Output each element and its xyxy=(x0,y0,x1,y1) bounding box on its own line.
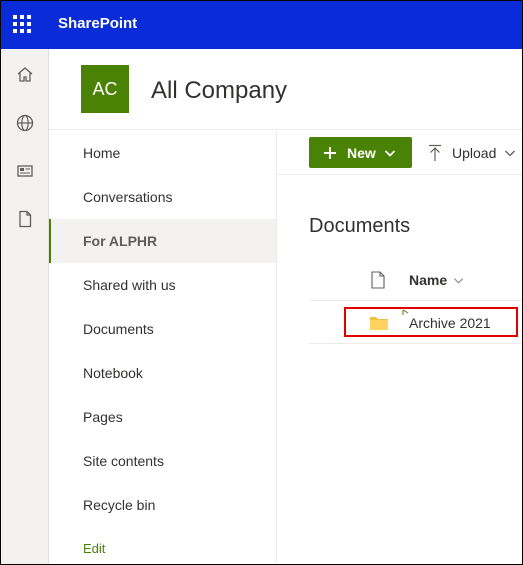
loading-cursor-icon xyxy=(402,309,409,315)
upload-button[interactable]: Upload xyxy=(427,137,516,168)
folder-name-link[interactable]: Archive 2021 xyxy=(409,315,491,331)
upload-button-label: Upload xyxy=(452,144,497,161)
file-type-icon[interactable] xyxy=(371,271,385,289)
app-launcher-icon[interactable] xyxy=(13,15,33,35)
name-column-header[interactable]: Name xyxy=(409,272,464,288)
left-navigation: Home Conversations For ALPHR Shared with… xyxy=(49,131,277,564)
nav-item-pages[interactable]: Pages xyxy=(49,395,276,439)
nav-edit-link[interactable]: Edit xyxy=(49,527,276,564)
nav-item-recycle-bin[interactable]: Recycle bin xyxy=(49,483,276,527)
home-icon[interactable] xyxy=(15,65,35,85)
nav-item-shared-with-us[interactable]: Shared with us xyxy=(49,263,276,307)
suite-bar: SharePoint xyxy=(1,1,522,49)
chevron-down-icon xyxy=(384,149,395,157)
plus-icon xyxy=(324,146,336,159)
library-title: Documents xyxy=(309,215,411,237)
app-name[interactable]: SharePoint xyxy=(58,15,137,32)
nav-item-site-contents[interactable]: Site contents xyxy=(49,439,276,483)
upload-icon xyxy=(429,144,441,161)
folder-icon xyxy=(370,317,388,330)
news-icon[interactable] xyxy=(15,161,35,181)
nav-item-documents[interactable]: Documents xyxy=(49,307,276,351)
site-title[interactable]: All Company xyxy=(151,77,287,105)
column-header-row: Name xyxy=(309,259,522,301)
site-logo[interactable]: AC xyxy=(81,65,129,113)
nav-item-notebook[interactable]: Notebook xyxy=(49,351,276,395)
document-icon[interactable] xyxy=(15,209,35,229)
nav-item-for-alphr[interactable]: For ALPHR xyxy=(49,219,276,263)
sharepoint-window: SharePoint AC All Company Home Conversat… xyxy=(0,0,523,565)
globe-icon[interactable] xyxy=(15,113,35,133)
new-button-label: New xyxy=(347,144,376,161)
nav-item-conversations[interactable]: Conversations xyxy=(49,175,276,219)
site-header: AC All Company xyxy=(49,49,522,130)
app-bar xyxy=(1,49,49,564)
new-button[interactable]: New xyxy=(309,137,412,168)
chevron-down-icon xyxy=(505,150,516,156)
command-bar: New Upload xyxy=(277,131,522,175)
nav-item-home[interactable]: Home xyxy=(49,131,276,175)
chevron-down-icon xyxy=(454,277,464,284)
name-column-label: Name xyxy=(409,272,448,288)
table-row[interactable]: Archive 2021 xyxy=(309,301,522,344)
